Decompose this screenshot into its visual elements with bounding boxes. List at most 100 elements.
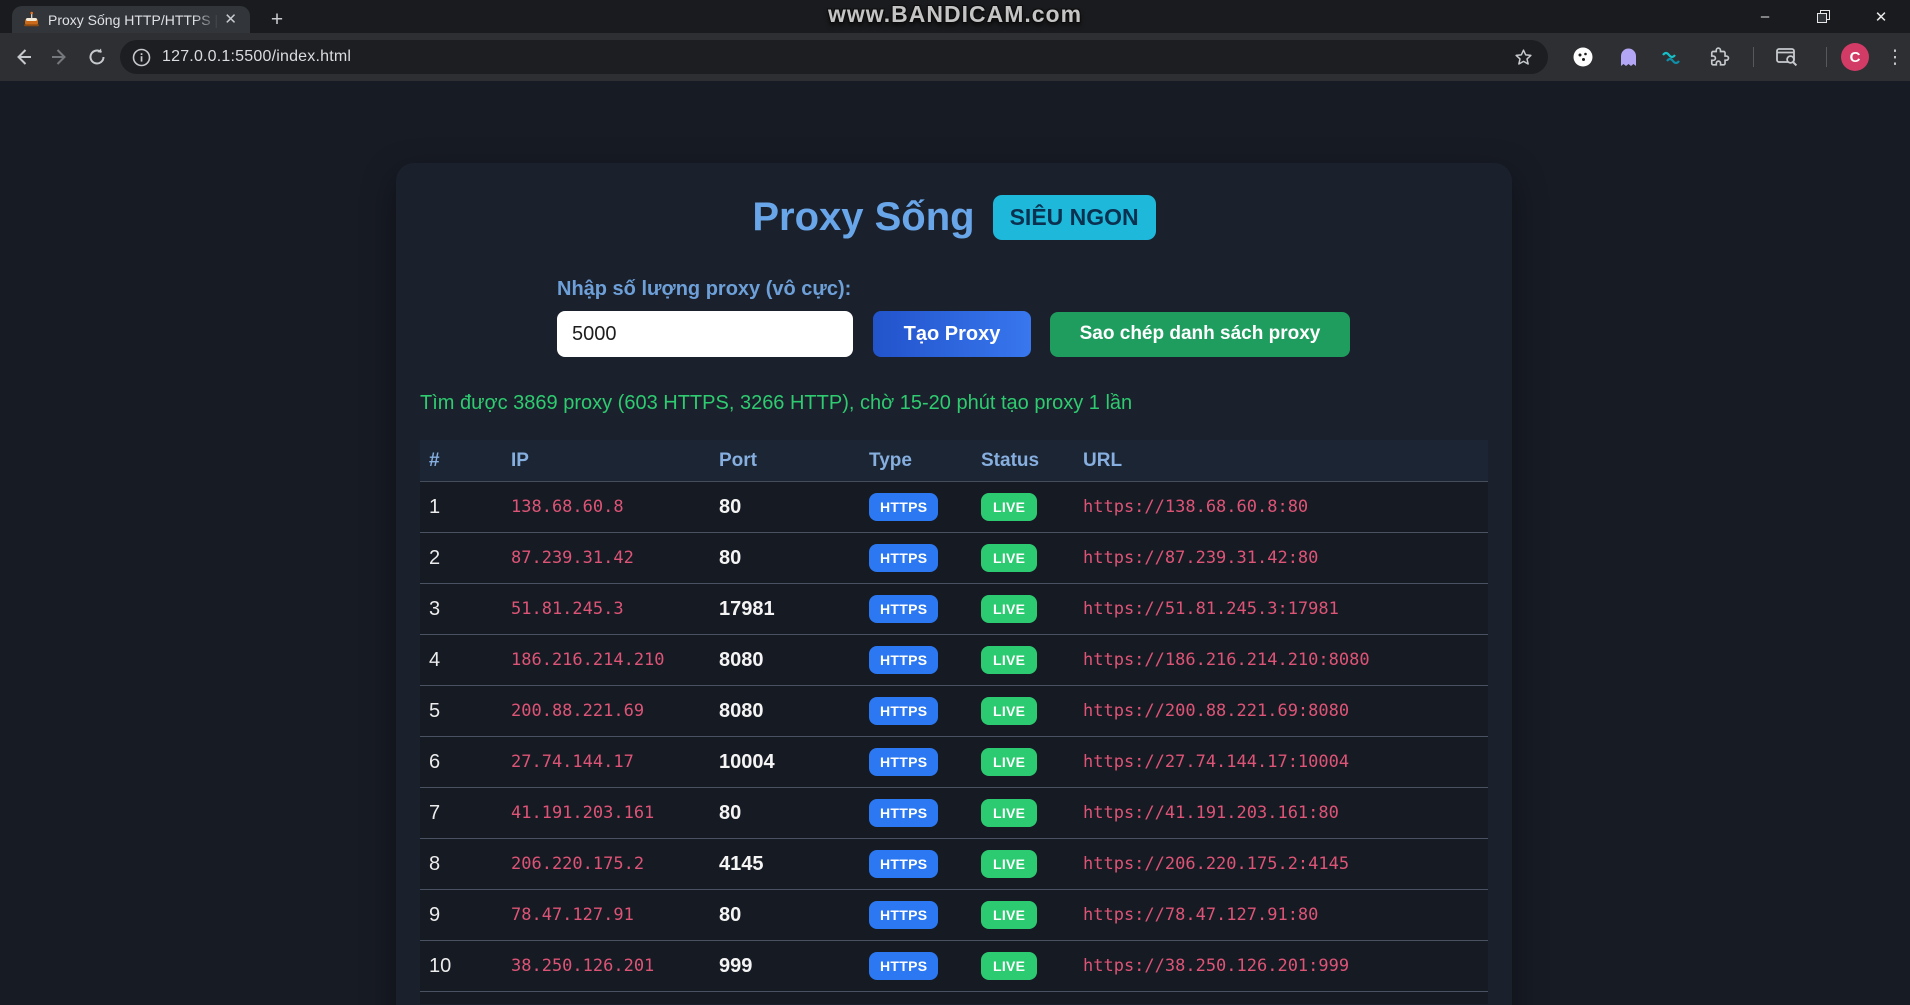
browser-menu-icon[interactable]: ⋮ (1884, 44, 1906, 70)
row-type: HTTPS (869, 544, 981, 572)
row-index: 7 (429, 802, 511, 825)
table-row: 1 138.68.60.8 80 HTTPS LIVE https://138.… (420, 482, 1488, 533)
extension-cookie-icon[interactable] (1570, 44, 1596, 70)
row-port: 80 (719, 802, 869, 825)
live-badge: LIVE (981, 799, 1037, 827)
live-badge: LIVE (981, 544, 1037, 572)
row-type: HTTPS (869, 697, 981, 725)
row-index: 5 (429, 700, 511, 723)
row-port: 80 (719, 496, 869, 519)
row-url: https://41.191.203.161:80 (1083, 803, 1488, 823)
row-index: 2 (429, 547, 511, 570)
profile-avatar[interactable]: C (1841, 43, 1869, 71)
row-url: https://206.220.175.2:4145 (1083, 854, 1488, 874)
bandicam-watermark: www.BANDICAM.com (828, 1, 1082, 28)
toolbar-separator (1753, 47, 1754, 67)
address-bar[interactable]: 127.0.0.1:5500/index.html (120, 40, 1548, 74)
extension-ghost-icon[interactable] (1615, 44, 1641, 70)
row-index: 10 (429, 955, 511, 978)
create-proxy-button[interactable]: Tạo Proxy (873, 311, 1031, 357)
new-tab-button[interactable]: + (262, 6, 292, 33)
extension-waves-icon[interactable] (1658, 44, 1684, 70)
row-url: https://186.216.214.210:8080 (1083, 650, 1488, 670)
row-status: LIVE (981, 850, 1083, 878)
row-type: HTTPS (869, 799, 981, 827)
reload-button[interactable] (85, 45, 109, 69)
page-content: Proxy Sống SIÊU NGON Nhập số lượng proxy… (0, 81, 1910, 1005)
table-row-partial (420, 992, 1488, 1004)
row-port: 80 (719, 904, 869, 927)
live-badge: LIVE (981, 850, 1037, 878)
table-row: 10 38.250.126.201 999 HTTPS LIVE https:/… (420, 941, 1488, 992)
browser-toolbar: 127.0.0.1:5500/index.html C ⋮ (0, 33, 1910, 81)
site-info-icon[interactable] (132, 48, 151, 67)
title-row: Proxy Sống SIÊU NGON (396, 191, 1512, 243)
row-status: LIVE (981, 748, 1083, 776)
row-port: 999 (719, 955, 869, 978)
toolbar-separator (1826, 47, 1827, 67)
row-status: LIVE (981, 595, 1083, 623)
table-row: 3 51.81.245.3 17981 HTTPS LIVE https://5… (420, 584, 1488, 635)
table-row: 4 186.216.214.210 8080 HTTPS LIVE https:… (420, 635, 1488, 686)
browser-tab[interactable]: Proxy Sống HTTP/HTTPS | TIENI ✕ (12, 6, 250, 33)
row-index: 3 (429, 598, 511, 621)
row-ip: 51.81.245.3 (511, 599, 719, 619)
live-badge: LIVE (981, 952, 1037, 980)
live-badge: LIVE (981, 595, 1037, 623)
row-index: 9 (429, 904, 511, 927)
close-window-button[interactable]: ✕ (1852, 0, 1910, 33)
row-status: LIVE (981, 697, 1083, 725)
row-ip: 206.220.175.2 (511, 854, 719, 874)
row-index: 8 (429, 853, 511, 876)
devtools-inspect-icon[interactable] (1774, 44, 1800, 70)
minimize-button[interactable]: – (1736, 0, 1794, 33)
favicon-cake-icon (23, 11, 40, 28)
table-header: # IP Port Type Status URL (420, 440, 1488, 482)
url-text[interactable]: 127.0.0.1:5500/index.html (162, 48, 351, 66)
row-status: LIVE (981, 799, 1083, 827)
tab-close-icon[interactable]: ✕ (219, 10, 242, 29)
row-index: 4 (429, 649, 511, 672)
col-header-type: Type (869, 450, 981, 472)
window-controls: – ✕ (1736, 0, 1910, 33)
live-badge: LIVE (981, 646, 1037, 674)
page-title: Proxy Sống (752, 195, 974, 240)
quantity-label: Nhập số lượng proxy (vô cực): (557, 277, 1512, 301)
forward-button[interactable] (48, 45, 72, 69)
quantity-input[interactable] (557, 311, 853, 357)
col-header-url: URL (1083, 450, 1488, 472)
row-type: HTTPS (869, 901, 981, 929)
row-type: HTTPS (869, 646, 981, 674)
type-badge: HTTPS (869, 697, 938, 725)
row-type: HTTPS (869, 493, 981, 521)
restore-icon (1817, 10, 1830, 23)
proxy-card: Proxy Sống SIÊU NGON Nhập số lượng proxy… (396, 163, 1512, 1005)
type-badge: HTTPS (869, 646, 938, 674)
type-badge: HTTPS (869, 544, 938, 572)
bookmark-star-icon[interactable] (1513, 47, 1534, 68)
restore-button[interactable] (1794, 0, 1852, 33)
type-badge: HTTPS (869, 748, 938, 776)
table-row: 5 200.88.221.69 8080 HTTPS LIVE https://… (420, 686, 1488, 737)
type-badge: HTTPS (869, 595, 938, 623)
col-header-index: # (429, 450, 511, 472)
copy-proxy-list-button[interactable]: Sao chép danh sách proxy (1050, 312, 1350, 357)
type-badge: HTTPS (869, 901, 938, 929)
row-status: LIVE (981, 952, 1083, 980)
row-status: LIVE (981, 901, 1083, 929)
row-port: 17981 (719, 598, 869, 621)
row-url: https://51.81.245.3:17981 (1083, 599, 1488, 619)
tab-title: Proxy Sống HTTP/HTTPS | TIENI (48, 12, 219, 28)
extensions-puzzle-icon[interactable] (1707, 44, 1733, 70)
row-type: HTTPS (869, 595, 981, 623)
row-url: https://87.239.31.42:80 (1083, 548, 1488, 568)
back-button[interactable] (11, 45, 35, 69)
col-header-ip: IP (511, 450, 719, 472)
live-badge: LIVE (981, 748, 1037, 776)
type-badge: HTTPS (869, 799, 938, 827)
table-row: 9 78.47.127.91 80 HTTPS LIVE https://78.… (420, 890, 1488, 941)
row-port: 80 (719, 547, 869, 570)
type-badge: HTTPS (869, 850, 938, 878)
row-status: LIVE (981, 646, 1083, 674)
row-port: 8080 (719, 700, 869, 723)
